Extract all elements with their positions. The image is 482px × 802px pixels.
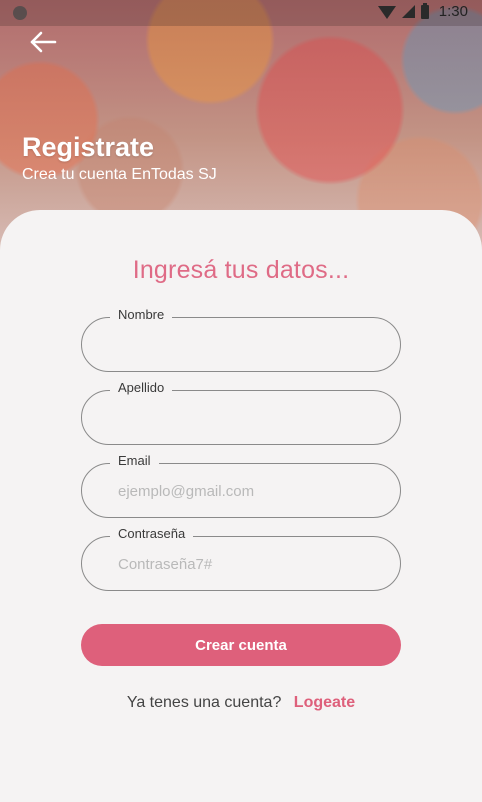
signal-icon [401,5,415,18]
login-prompt-row: Ya tenes una cuenta? Logeate [0,694,482,712]
last-name-field: Apellido [81,380,401,446]
first-name-field: Nombre [81,307,401,373]
email-input[interactable] [116,464,380,519]
wifi-icon [377,6,396,19]
battery-icon [420,2,429,19]
password-field: Contraseña [81,526,401,592]
form-heading: Ingresá tus datos... [132,256,350,284]
form-card: Ingresá tus datos... Nombre Apellido Ema… [0,210,482,802]
page-title: Registrate [22,132,155,162]
status-time: 1:30 [438,3,468,20]
status-icons: 1:30 [377,2,468,20]
first-name-input[interactable] [116,318,380,373]
create-account-button[interactable]: Crear cuenta [81,624,401,666]
status-bar: 1:30 [0,0,482,26]
back-button[interactable] [28,28,60,56]
password-input[interactable] [116,537,380,592]
arrow-left-icon [30,31,57,53]
notification-dot-icon [13,6,27,20]
login-prompt-text: Ya tenes una cuenta? [126,694,282,711]
last-name-input[interactable] [116,391,380,446]
login-link[interactable]: Logeate [294,694,355,711]
page-subtitle: Crea tu cuenta EnTodas SJ [22,166,217,183]
email-field: Email [81,453,401,519]
